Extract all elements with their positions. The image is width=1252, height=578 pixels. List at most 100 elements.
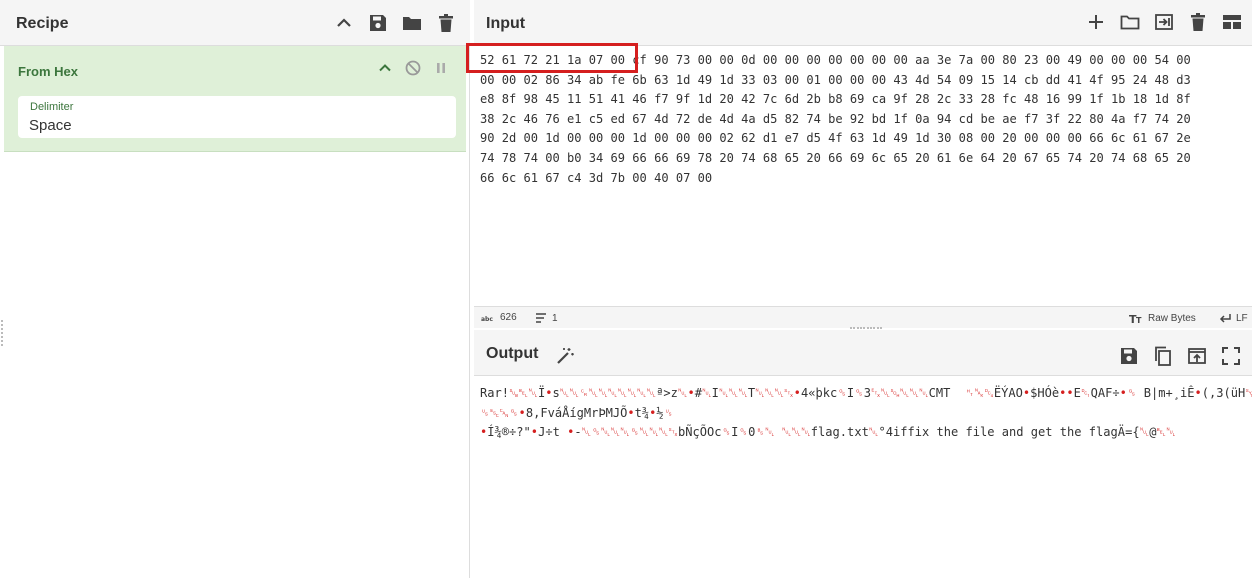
open-file-icon[interactable]: [1153, 11, 1175, 33]
input-line: 90 2d 00 1d 00 00 00 1d 00 00 00 02 62 d…: [480, 131, 1191, 146]
output-pane: Output Rar!␚␇␀Ï•s␀␀␍␀␀␀␀␀␀␀ª>z␀•#␀I␀␀␀T␀…: [474, 330, 1252, 578]
copy-output-icon[interactable]: [1152, 345, 1174, 367]
replace-input-with-output-icon[interactable]: [1186, 345, 1208, 367]
operation-from-hex[interactable]: From Hex Delimiter Space: [4, 46, 466, 152]
control-char-segment: ␀␀␀␂•: [755, 386, 801, 400]
save-output-icon[interactable]: [1118, 345, 1140, 367]
recipe-title: Recipe: [16, 15, 69, 32]
output-header: Output: [474, 330, 1252, 376]
output-text-segment: s: [552, 386, 560, 400]
control-char-segment: ␚␇␀: [509, 386, 538, 400]
open-folder-icon[interactable]: [1119, 11, 1141, 33]
output-text-segment: CMT: [928, 386, 965, 400]
reset-layout-icon[interactable]: [1221, 11, 1243, 33]
control-char-segment: •: [1194, 386, 1202, 400]
input-line: 66 6c 61 67 c4 3d 7b 00 40 07 00: [480, 170, 713, 185]
delimiter-value[interactable]: Space: [29, 117, 72, 134]
highlight-annotation-box: [466, 43, 638, 73]
recipe-pane: Recipe From Hex Delimiter Space: [0, 0, 470, 578]
output-text-segment: QAF÷: [1090, 386, 1120, 400]
output-text-segment: E: [1073, 386, 1081, 400]
pane-resize-handle[interactable]: [0, 318, 4, 348]
control-char-segment: ␀␀␍␀␀␀␀␀␀␀: [559, 386, 657, 400]
output-text-segment: #: [694, 386, 703, 400]
control-char-segment: ••: [1059, 386, 1074, 400]
control-char-segment: ␀: [702, 386, 712, 400]
output-text-segment: 3: [863, 386, 872, 400]
output-text-segment: J÷t: [538, 425, 568, 440]
output-text-segment: [775, 425, 782, 439]
eol-status[interactable]: LF: [1219, 312, 1248, 324]
input-line: 74 78 74 00 b0 34 69 66 66 69 78 20 74 6…: [480, 150, 1191, 165]
output-title: Output: [486, 345, 539, 362]
cyberchef-app: Recipe From Hex Delimiter Space Input 52…: [0, 0, 1252, 578]
output-text-segment: ª>z: [656, 386, 678, 400]
input-title: Input: [486, 15, 526, 32]
operation-title: From Hex: [18, 64, 78, 79]
output-text-segment: flag.txt: [810, 425, 869, 440]
output-text-segment: I: [711, 386, 719, 400]
disable-operation-icon[interactable]: [402, 57, 424, 79]
control-char-segment: •: [530, 425, 539, 440]
control-char-segment: ␃␀␁␀␀␀: [871, 386, 929, 400]
output-text-segment: 4«þkc: [800, 386, 838, 400]
control-char-segment: ␑: [1080, 386, 1091, 400]
add-input-tab-plus-icon[interactable]: [1085, 11, 1107, 33]
output-text-segment: Í¾®÷?": [487, 425, 531, 440]
output-text-segment: t¾: [634, 405, 650, 420]
encoding-status[interactable]: TT Raw Bytes: [1129, 312, 1196, 325]
control-char-segment: ␖•: [1245, 386, 1252, 400]
control-char-segment: ␝: [721, 425, 732, 440]
output-line-2: ␟␛␘␝•8,FváÅígMrÞMJÕ•t¾•½␟: [480, 404, 1248, 424]
clear-input-trash-icon[interactable]: [1187, 11, 1209, 33]
input-line: 00 00 02 86 34 ab fe 6b 63 1d 49 1d 33 0…: [480, 72, 1191, 87]
svg-text:abc: abc: [481, 316, 493, 323]
maximise-output-icon[interactable]: [1220, 345, 1242, 367]
pause-operation-icon[interactable]: [430, 57, 452, 79]
control-char-segment: ␀•: [677, 386, 695, 400]
input-line: 38 2c 46 76 e1 c5 ed 67 4d 72 de 4d 4a d…: [480, 111, 1191, 126]
output-text-segment: ËÝAO: [993, 386, 1023, 400]
load-recipe-folder-icon[interactable]: [401, 12, 423, 34]
output-textarea[interactable]: Rar!␚␇␀Ï•s␀␀␍␀␀␀␀␀␀␀ª>z␀•#␀I␀␀␀T␀␀␀␂•4«þ…: [480, 384, 1252, 443]
output-text-segment: B|m+¸iÊ: [1136, 386, 1195, 400]
output-text-segment: ½: [656, 405, 664, 420]
control-char-segment: ␝: [738, 425, 749, 440]
input-header: Input: [474, 0, 1252, 46]
control-char-segment: ␟␛␘␝•: [480, 405, 526, 420]
output-text-segment: bÑçÕOc: [677, 425, 722, 440]
output-text-segment: 8,FváÅígMrÞMJÕ: [525, 405, 628, 420]
output-text-segment: (,3(üH: [1201, 386, 1246, 400]
lines-value: 1: [552, 312, 558, 324]
control-char-segment: ␇␀: [1156, 425, 1176, 440]
output-text-segment: Rar!: [480, 386, 510, 400]
control-char-segment: •␝: [1119, 386, 1137, 400]
control-char-segment: ␀␀␀: [781, 425, 811, 440]
input-status-bar: abc 626 1 TT Raw Bytes LF: [474, 306, 1252, 328]
control-char-segment: ␀␀␀: [718, 386, 748, 400]
svg-text:T: T: [1136, 316, 1142, 324]
eol-value[interactable]: LF: [1236, 313, 1248, 324]
output-text-segment: -: [574, 425, 582, 440]
delimiter-field[interactable]: Delimiter Space: [18, 96, 456, 138]
recipe-header: Recipe: [0, 0, 470, 46]
control-char-segment: ␉␕␔: [964, 386, 994, 400]
collapse-operation-chevron-icon[interactable]: [374, 57, 396, 79]
length-status: abc 626: [481, 312, 517, 323]
clear-recipe-trash-icon[interactable]: [435, 12, 457, 34]
control-char-segment: •: [627, 405, 635, 420]
magic-wand-icon[interactable]: [554, 345, 576, 367]
encoding-value[interactable]: Raw Bytes: [1148, 313, 1196, 324]
input-line: e8 8f 98 45 11 51 41 46 f7 9f 1d 20 42 7…: [480, 92, 1191, 107]
control-char-segment: ␀␝␀␀␀␝␀␀␀␂: [581, 425, 678, 440]
output-text-segment: °4iffix the file and get the flagÄ={: [878, 425, 1140, 440]
delimiter-label: Delimiter: [30, 101, 74, 113]
control-char-segment: ␝: [854, 386, 864, 400]
collapse-recipe-chevron-icon[interactable]: [333, 12, 355, 34]
length-value: 626: [500, 312, 517, 323]
lines-status: 1: [535, 312, 558, 324]
save-recipe-icon[interactable]: [367, 12, 389, 34]
control-char-segment: ␟: [663, 405, 674, 420]
control-char-segment: ␀: [1139, 425, 1150, 440]
output-line-3: •Í¾®÷?"•J÷t •-␀␝␀␀␀␝␀␀␀␂bÑçÕOc␝I␝0␈␀ ␀␀␀…: [480, 423, 1248, 443]
